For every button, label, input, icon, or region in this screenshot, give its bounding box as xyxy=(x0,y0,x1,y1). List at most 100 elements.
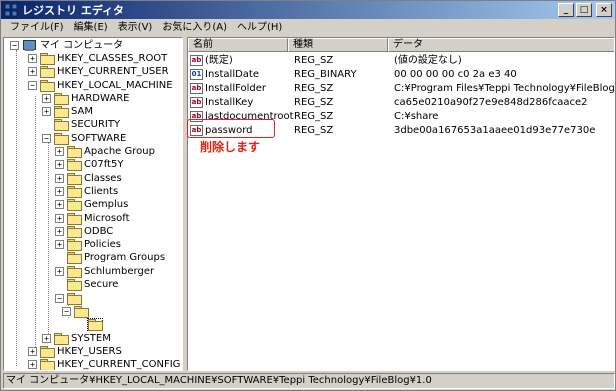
tree-node-hkcr[interactable]: + HKEY_CLASSES_ROOT xyxy=(28,52,167,65)
tree-node-unnamed[interactable]: − xyxy=(55,292,84,305)
expand-toggle[interactable]: + xyxy=(55,160,64,169)
value-row-installkey[interactable]: ab InstallKey REG_SZ ca65e0210a90f27e9e8… xyxy=(190,95,588,110)
tree-label: Gemplus xyxy=(84,199,129,210)
folder-icon xyxy=(54,119,69,131)
expand-toggle[interactable]: + xyxy=(28,54,37,63)
expand-toggle[interactable]: + xyxy=(55,267,64,276)
tree-node-odbc[interactable]: + ODBC xyxy=(55,225,113,238)
folder-icon xyxy=(40,66,55,78)
folder-icon xyxy=(67,279,82,291)
tree-node-hku[interactable]: + HKEY_USERS xyxy=(28,345,122,358)
expand-toggle[interactable]: + xyxy=(55,147,64,156)
tree-label: HKEY_CLASSES_ROOT xyxy=(57,53,168,64)
tree-label: HKEY_CURRENT_USER xyxy=(57,66,169,77)
folder-icon xyxy=(67,186,82,198)
collapse-toggle[interactable]: − xyxy=(55,294,64,303)
column-header-type[interactable]: 種類 xyxy=(288,38,388,52)
tree-node-root[interactable]: − マイ コンピュータ xyxy=(10,39,123,52)
collapse-toggle[interactable]: − xyxy=(10,41,19,50)
close-button[interactable]: × xyxy=(596,3,612,17)
column-headers: 名前 種類 データ xyxy=(188,38,614,52)
folder-icon xyxy=(67,213,82,225)
value-type: REG_SZ xyxy=(294,110,334,122)
tree-label: Clients xyxy=(84,186,119,197)
tree-node-apache-group[interactable]: + Apache Group xyxy=(55,145,155,158)
value-data: 3dbe00a167653a1aaee01d93e77e730e xyxy=(394,124,596,136)
tree-node-sam[interactable]: + SAM xyxy=(42,105,93,118)
value-name: InstallFolder xyxy=(205,82,267,94)
menu-file[interactable]: ファイル(F) xyxy=(5,20,69,35)
tree-node-software[interactable]: − SOFTWARE xyxy=(42,132,126,145)
expand-toggle[interactable]: + xyxy=(55,227,64,236)
key-tree-pane[interactable]: − マイ コンピュータ + HKEY_CLASSES_ROOT + HKEY_C… xyxy=(3,37,183,371)
value-row-installdate[interactable]: 01 InstallDate REG_BINARY 00 00 00 00 c0… xyxy=(190,67,517,82)
values-list-pane[interactable]: 名前 種類 データ ab (既定) REG_SZ (値の設定なし) 01 Ins… xyxy=(187,37,615,371)
tree-label: HKEY_CURRENT_CONFIG xyxy=(57,359,181,370)
value-row-installfolder[interactable]: ab InstallFolder REG_SZ C:¥Program Files… xyxy=(190,81,614,96)
status-bar: マイ コンピュータ¥HKEY_LOCAL_MACHINE¥SOFTWARE¥Te… xyxy=(3,373,615,389)
tree-label: HKEY_LOCAL_MACHINE xyxy=(57,80,173,91)
expand-toggle[interactable]: + xyxy=(28,360,37,369)
collapse-toggle[interactable]: − xyxy=(62,307,71,316)
expand-toggle[interactable]: + xyxy=(42,107,51,116)
folder-icon xyxy=(67,226,82,238)
tree-node-program-groups[interactable]: Program Groups xyxy=(55,251,165,264)
expand-toggle[interactable]: + xyxy=(28,67,37,76)
menu-help[interactable]: ヘルプ(H) xyxy=(232,20,287,35)
tree-node-hkcc[interactable]: + HKEY_CURRENT_CONFIG xyxy=(28,358,181,370)
expand-toggle[interactable]: + xyxy=(55,200,64,209)
tree-node-microsoft[interactable]: + Microsoft xyxy=(55,212,130,225)
column-header-data[interactable]: データ xyxy=(388,38,614,52)
value-data: 00 00 00 00 c0 2a e3 40 xyxy=(394,68,517,80)
tree-node-selected-leaf[interactable] xyxy=(87,318,105,331)
expand-toggle[interactable]: + xyxy=(55,240,64,249)
window-title: レジストリ エディタ xyxy=(22,4,125,17)
expand-toggle[interactable]: + xyxy=(55,214,64,223)
tree-node-schlumberger[interactable]: + Schlumberger xyxy=(55,265,154,278)
menu-bar: ファイル(F) 編集(E) 表示(V) お気に入り(A) ヘルプ(H) xyxy=(1,19,615,36)
tree-node-system[interactable]: + SYSTEM xyxy=(42,332,111,345)
folder-icon xyxy=(67,146,82,158)
delete-annotation: 削除します xyxy=(200,140,261,154)
tree-label: HARDWARE xyxy=(71,93,130,104)
menu-edit[interactable]: 編集(E) xyxy=(69,20,113,35)
folder-icon xyxy=(54,93,69,105)
tree-node-gemplus[interactable]: + Gemplus xyxy=(55,198,128,211)
tree-node-clients[interactable]: + Clients xyxy=(55,185,118,198)
tree-label: Microsoft xyxy=(84,213,130,224)
expand-toggle[interactable]: + xyxy=(55,174,64,183)
tree-node-hklm[interactable]: − HKEY_LOCAL_MACHINE xyxy=(28,79,173,92)
tree-label: ODBC xyxy=(84,226,114,237)
minimize-button[interactable]: _ xyxy=(558,3,574,17)
tree-node-policies[interactable]: + Policies xyxy=(55,238,121,251)
computer-icon xyxy=(22,39,37,52)
value-type: REG_SZ xyxy=(294,54,334,66)
expand-toggle[interactable]: + xyxy=(42,334,51,343)
tree-node-c07ft5y[interactable]: + C07ft5Y xyxy=(55,158,123,171)
collapse-toggle[interactable]: − xyxy=(42,134,51,143)
tree-label: SECURITY xyxy=(71,119,121,130)
collapse-toggle[interactable]: − xyxy=(28,81,37,90)
tree-node-hardware[interactable]: + HARDWARE xyxy=(42,92,129,105)
value-data: (値の設定なし) xyxy=(394,54,462,66)
value-name: InstallDate xyxy=(205,68,260,80)
tree-node-hkcu[interactable]: + HKEY_CURRENT_USER xyxy=(28,65,169,78)
value-row-default[interactable]: ab (既定) REG_SZ (値の設定なし) xyxy=(190,53,462,68)
value-name: InstallKey xyxy=(205,96,254,108)
tree-label: C07ft5Y xyxy=(84,159,124,170)
maximize-button[interactable]: □ xyxy=(576,3,592,17)
tree-node-classes[interactable]: + Classes xyxy=(55,172,122,185)
column-header-name[interactable]: 名前 xyxy=(188,38,288,52)
folder-icon xyxy=(67,159,82,171)
tree-node-security[interactable]: SECURITY xyxy=(42,118,120,131)
tree-node-unnamed-child[interactable]: − xyxy=(62,305,91,318)
expand-toggle[interactable]: + xyxy=(28,347,37,356)
expand-toggle[interactable]: + xyxy=(42,94,51,103)
password-highlight-box xyxy=(187,119,275,138)
title-bar[interactable]: レジストリ エディタ _ □ × xyxy=(1,1,615,19)
tree-node-secure[interactable]: Secure xyxy=(55,278,118,291)
menu-view[interactable]: 表示(V) xyxy=(113,20,158,35)
expand-toggle[interactable]: + xyxy=(55,187,64,196)
tree-label: Secure xyxy=(84,279,119,290)
menu-favorites[interactable]: お気に入り(A) xyxy=(157,20,232,35)
